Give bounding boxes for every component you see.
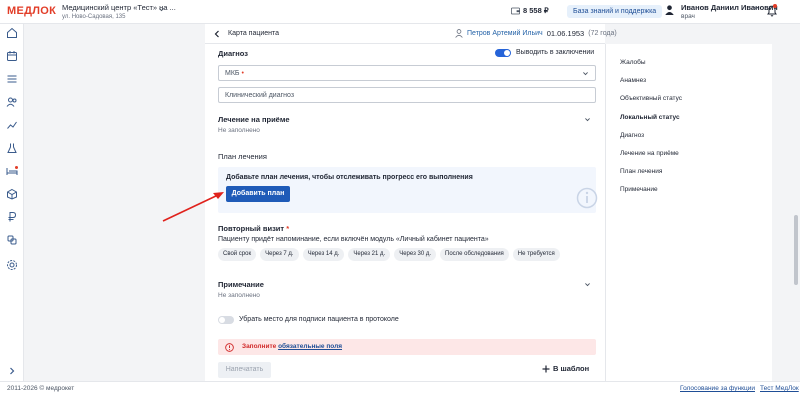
user-role: врач xyxy=(681,13,695,20)
balance-value: 8 558 ₽ xyxy=(523,6,549,15)
add-plan-button[interactable]: Добавить план xyxy=(226,186,290,202)
list-icon[interactable] xyxy=(6,73,18,85)
main-form: Диагноз Выводить в заключении МКБ • Клин… xyxy=(205,44,605,381)
required-fields-link[interactable]: обязательные поля xyxy=(278,343,342,350)
revisit-option-7d[interactable]: Через 7 д. xyxy=(260,248,299,261)
notification-badge xyxy=(773,4,777,8)
plan-title: План лечения xyxy=(218,152,267,161)
patient-name[interactable]: Петров Артемий Ильич xyxy=(467,30,543,37)
section-nav: Жалобы Анамнез Объективный статус Локаль… xyxy=(605,44,772,381)
app-logo[interactable]: МЕДЛОК xyxy=(7,5,56,17)
revisit-option-custom[interactable]: Свой срок xyxy=(218,248,257,261)
alert-text: Заполните обязательные поля xyxy=(242,343,343,350)
revisit-option-after-exam[interactable]: После обследования xyxy=(440,248,509,261)
calendar-icon[interactable] xyxy=(6,50,18,62)
patient-dob: 01.06.1953 xyxy=(546,29,585,38)
section-nav-treatment-plan[interactable]: План лечения xyxy=(620,168,662,175)
lab-icon[interactable] xyxy=(6,142,18,154)
required-fields-alert: Заполните обязательные поля xyxy=(218,339,596,355)
expand-icon[interactable] xyxy=(6,365,18,377)
clinic-chevron-down-icon[interactable] xyxy=(158,6,165,13)
hide-signature-toggle[interactable] xyxy=(218,316,234,324)
clinical-diagnosis-placeholder: Клинический диагноз xyxy=(225,91,295,99)
section-nav-local-status[interactable]: Локальный статус xyxy=(620,114,680,121)
clinical-diagnosis-field[interactable]: Клинический диагноз xyxy=(218,87,596,103)
patient-user-icon xyxy=(455,29,463,38)
revisit-option-14d[interactable]: Через 14 д. xyxy=(302,248,345,261)
section-nav-complaints[interactable]: Жалобы xyxy=(620,59,646,66)
footer: 2011-2026 © медрокет Голосование за функ… xyxy=(0,381,800,395)
section-nav-treatment[interactable]: Лечение на приёме xyxy=(620,150,679,157)
treatment-chevron-down-icon[interactable] xyxy=(584,116,591,123)
save-template-button[interactable]: В шаблон xyxy=(542,364,589,373)
clinic-address: ул. Ново-Садовая, 135 xyxy=(62,14,126,20)
treatment-title[interactable]: Лечение на приёме xyxy=(218,115,290,124)
user-name: Иванов Даниил Иванович xyxy=(681,3,778,12)
revisit-options: Свой срок Через 7 д. Через 14 д. Через 2… xyxy=(218,248,560,261)
revisit-option-21d[interactable]: Через 21 д. xyxy=(348,248,391,261)
section-nav-objective-status[interactable]: Объективный статус xyxy=(620,95,682,102)
home-icon[interactable] xyxy=(6,27,18,39)
user-icon xyxy=(665,5,674,15)
analytics-icon[interactable] xyxy=(6,119,18,131)
save-template-label: В шаблон xyxy=(553,364,590,373)
copyright: 2011-2026 © медрокет xyxy=(7,385,75,392)
box-icon[interactable] xyxy=(6,188,18,200)
bed-icon[interactable] xyxy=(6,165,18,177)
ruble-icon[interactable] xyxy=(6,211,18,223)
plan-prompt: Добавьте план лечения, чтобы отслеживать… xyxy=(226,174,473,181)
revisit-hint: Пациенту придёт напоминание, если включё… xyxy=(218,236,489,243)
feature-vote-link[interactable]: Голосование за функции xyxy=(680,385,755,392)
section-nav-anamnesis[interactable]: Анамнез xyxy=(620,77,646,84)
patient-age: (72 года) xyxy=(588,30,617,37)
back-arrow-icon[interactable] xyxy=(214,30,220,38)
diagnosis-title: Диагноз xyxy=(218,49,248,58)
top-bar: МЕДЛОК Медицинский центр «Тест» на ... у… xyxy=(0,0,800,24)
mkb-chevron-down-icon xyxy=(583,72,588,76)
knowledge-base-button[interactable]: База знаний и поддержка xyxy=(567,5,663,18)
section-nav-diagnosis[interactable]: Диагноз xyxy=(620,132,644,139)
warning-icon xyxy=(225,342,234,352)
note-title[interactable]: Примечание xyxy=(218,280,264,289)
hide-signature-label: Убрать место для подписи пациента в прот… xyxy=(239,316,399,323)
note-value: Не заполнено xyxy=(218,292,260,299)
section-nav-note[interactable]: Примечание xyxy=(620,186,658,193)
integrations-icon[interactable] xyxy=(6,234,18,246)
info-icon xyxy=(576,187,598,209)
patients-icon[interactable] xyxy=(6,96,18,108)
annotation-arrow-icon xyxy=(162,192,224,222)
balance[interactable]: 8 558 ₽ xyxy=(511,6,549,15)
settings-icon[interactable] xyxy=(6,259,18,271)
wallet-icon xyxy=(511,7,520,14)
mkb-label: МКБ • xyxy=(225,69,244,77)
page-title: Карта пациента xyxy=(228,30,280,37)
print-button[interactable]: Напечатать xyxy=(218,362,271,378)
mkb-select[interactable]: МКБ • xyxy=(218,65,596,81)
note-chevron-down-icon[interactable] xyxy=(584,281,591,288)
revisit-option-not-required[interactable]: Не требуется xyxy=(512,248,560,261)
left-sidebar xyxy=(0,24,24,381)
treatment-value: Не заполнено xyxy=(218,127,260,134)
user-chevron-down-icon xyxy=(753,6,759,10)
show-in-conclusion-label: Выводить в заключении xyxy=(516,49,595,56)
plus-icon xyxy=(542,365,550,372)
treatment-plan-box: Добавьте план лечения, чтобы отслеживать… xyxy=(218,167,598,213)
page-scrollbar[interactable] xyxy=(794,215,798,285)
revisit-option-30d[interactable]: Через 30 д. xyxy=(394,248,437,261)
patient-info[interactable]: Петров Артемий Ильич 01.06.1953 (72 года… xyxy=(455,29,617,38)
test-medlok-link[interactable]: Тест МедЛок xyxy=(760,385,799,392)
page-header: Карта пациента Петров Артемий Ильич 01.0… xyxy=(205,24,617,44)
show-in-conclusion-toggle[interactable] xyxy=(495,49,511,57)
revisit-title: Повторный визит * xyxy=(218,224,290,233)
